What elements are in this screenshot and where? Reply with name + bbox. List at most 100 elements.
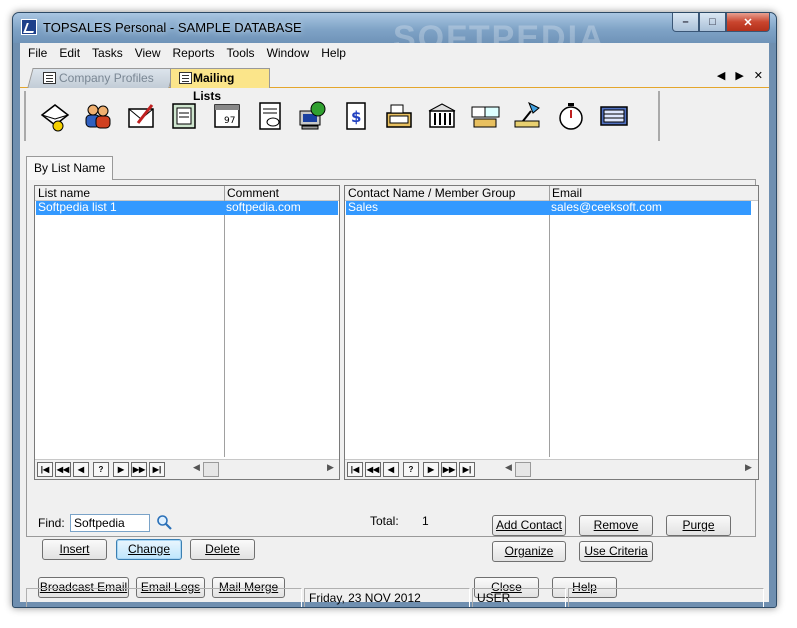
nav-last-button[interactable]: ▶|	[149, 462, 165, 477]
toolbar-dollar[interactable]: $	[337, 97, 375, 135]
nav-prev-button[interactable]: ◀	[383, 462, 399, 477]
toolbar-bank[interactable]	[423, 97, 461, 135]
organize-button[interactable]: Organize	[492, 541, 566, 562]
app-icon[interactable]	[21, 19, 37, 35]
menu-tools[interactable]: Tools	[221, 43, 261, 63]
nav-prev-button[interactable]: ◀	[73, 462, 89, 477]
nav-prev-page-button[interactable]: ◀◀	[365, 462, 381, 477]
nav-first-button[interactable]: |◀	[37, 462, 53, 477]
title-bar[interactable]: TOPSALES Personal - SAMPLE DATABASE SOFT…	[13, 13, 776, 57]
tab-prev-button[interactable]: ◀	[717, 69, 725, 82]
toolbar-stopwatch[interactable]	[552, 97, 590, 135]
nav-next-page-button[interactable]: ▶▶	[441, 462, 457, 477]
close-window-button[interactable]: ✕	[726, 13, 770, 32]
toolbar-contacts[interactable]	[79, 97, 117, 135]
list-icon	[179, 72, 192, 84]
delete-button[interactable]: Delete	[190, 539, 255, 560]
lamp-icon	[514, 101, 540, 128]
find-input[interactable]: Softpedia	[70, 514, 150, 532]
tab-mailing-lists[interactable]: Mailing Lists	[170, 68, 270, 103]
change-button[interactable]: Change	[116, 539, 182, 560]
document-icon	[259, 102, 281, 130]
caption-buttons: – □ ✕	[672, 13, 770, 33]
nav-next-button[interactable]: ▶	[113, 462, 129, 477]
lists-grid-header: List name Comment	[35, 186, 339, 201]
scroll-right-arrow[interactable]: ▶	[327, 462, 334, 473]
nav-last-button[interactable]: ▶|	[459, 462, 475, 477]
nav-help-button[interactable]: ?	[403, 462, 419, 477]
toolbar-group[interactable]	[466, 97, 504, 135]
toolbar: 97 $	[24, 91, 660, 141]
bank-icon	[428, 103, 456, 128]
toolbar-cash-register[interactable]	[380, 97, 418, 135]
add-contact-button[interactable]: Add Contact	[492, 515, 566, 536]
total-label: Total:	[370, 514, 399, 528]
menu-edit[interactable]: Edit	[53, 43, 86, 63]
scroll-right-arrow[interactable]: ▶	[745, 462, 752, 473]
scroll-left-arrow[interactable]: ◀	[505, 462, 512, 473]
scroll-thumb[interactable]	[203, 462, 219, 477]
scroll-left-arrow[interactable]: ◀	[193, 462, 200, 473]
purge-button[interactable]: Purge	[666, 515, 731, 536]
nav-prev-page-button[interactable]: ◀◀	[55, 462, 71, 477]
table-row[interactable]: Sales sales@ceeksoft.com	[346, 201, 751, 215]
insert-button[interactable]: Insert	[42, 539, 107, 560]
table-row[interactable]: Softpedia list 1 softpedia.com	[36, 201, 338, 215]
cell-comment: softpedia.com	[226, 200, 301, 214]
toolbar-document[interactable]	[251, 97, 289, 135]
menu-reports[interactable]: Reports	[167, 43, 221, 63]
cell-list-name: Softpedia list 1	[38, 200, 117, 214]
toolbar-address-book[interactable]	[165, 97, 203, 135]
tab-close-button[interactable]: ✕	[754, 69, 763, 82]
column-list-name[interactable]: List name	[35, 186, 90, 201]
address-book-icon	[172, 103, 196, 129]
toolbar-calendar[interactable]: 97	[208, 97, 246, 135]
nav-first-button[interactable]: |◀	[347, 462, 363, 477]
members-grid[interactable]: Contact Name / Member Group Email Sales …	[344, 185, 759, 480]
list-icon	[43, 72, 56, 84]
toolbar-calculator[interactable]	[595, 97, 633, 135]
tab-navigation: ◀ ▶ ✕	[717, 69, 763, 82]
lists-grid[interactable]: List name Comment Softpedia list 1 softp…	[34, 185, 340, 480]
tab-company-profiles[interactable]: Company Profiles	[27, 68, 175, 88]
members-navigator: |◀ ◀◀ ◀ ? ▶ ▶▶ ▶| ◀ ▶	[345, 459, 758, 479]
nav-help-button[interactable]: ?	[93, 462, 109, 477]
svg-text:97: 97	[224, 116, 235, 126]
globe-computer-icon	[299, 101, 326, 130]
svg-text:$: $	[351, 108, 361, 126]
letter-icon	[128, 104, 154, 128]
nav-next-page-button[interactable]: ▶▶	[131, 462, 147, 477]
menu-window[interactable]: Window	[261, 43, 316, 63]
calendar-icon: 97	[214, 104, 240, 128]
column-comment[interactable]: Comment	[224, 186, 279, 201]
menu-bar: File Edit Tasks View Reports Tools Windo…	[20, 43, 769, 63]
document-tabs: Company Profiles Mailing Lists ◀ ▶ ✕	[20, 64, 769, 103]
menu-tasks[interactable]: Tasks	[86, 43, 129, 63]
column-contact-name[interactable]: Contact Name / Member Group	[345, 186, 515, 201]
tab-next-button[interactable]: ▶	[735, 69, 743, 82]
menu-help[interactable]: Help	[315, 43, 352, 63]
status-user: USER	[472, 588, 566, 607]
minimize-button[interactable]: –	[672, 13, 699, 32]
toolbar-letter[interactable]	[122, 97, 160, 135]
total-value: 1	[422, 514, 429, 528]
search-icon[interactable]	[156, 514, 172, 530]
toolbar-envelope[interactable]	[36, 97, 74, 135]
menu-view[interactable]: View	[129, 43, 167, 63]
find-label: Find:	[38, 516, 65, 530]
toolbar-globe[interactable]	[294, 97, 332, 135]
envelope-icon	[40, 104, 70, 132]
menu-file[interactable]: File	[22, 43, 53, 63]
scroll-thumb[interactable]	[515, 462, 531, 477]
maximize-button[interactable]: □	[699, 13, 726, 32]
column-email[interactable]: Email	[549, 186, 582, 201]
contacts-icon	[85, 104, 111, 129]
tab-by-list-name[interactable]: By List Name	[26, 156, 114, 180]
cell-email: sales@ceeksoft.com	[551, 200, 662, 214]
client-area: File Edit Tasks View Reports Tools Windo…	[20, 43, 769, 607]
app-window: TOPSALES Personal - SAMPLE DATABASE SOFT…	[12, 12, 777, 608]
nav-next-button[interactable]: ▶	[423, 462, 439, 477]
remove-button[interactable]: Remove	[579, 515, 653, 536]
toolbar-lamp[interactable]	[509, 97, 547, 135]
use-criteria-button[interactable]: Use Criteria	[579, 541, 653, 562]
